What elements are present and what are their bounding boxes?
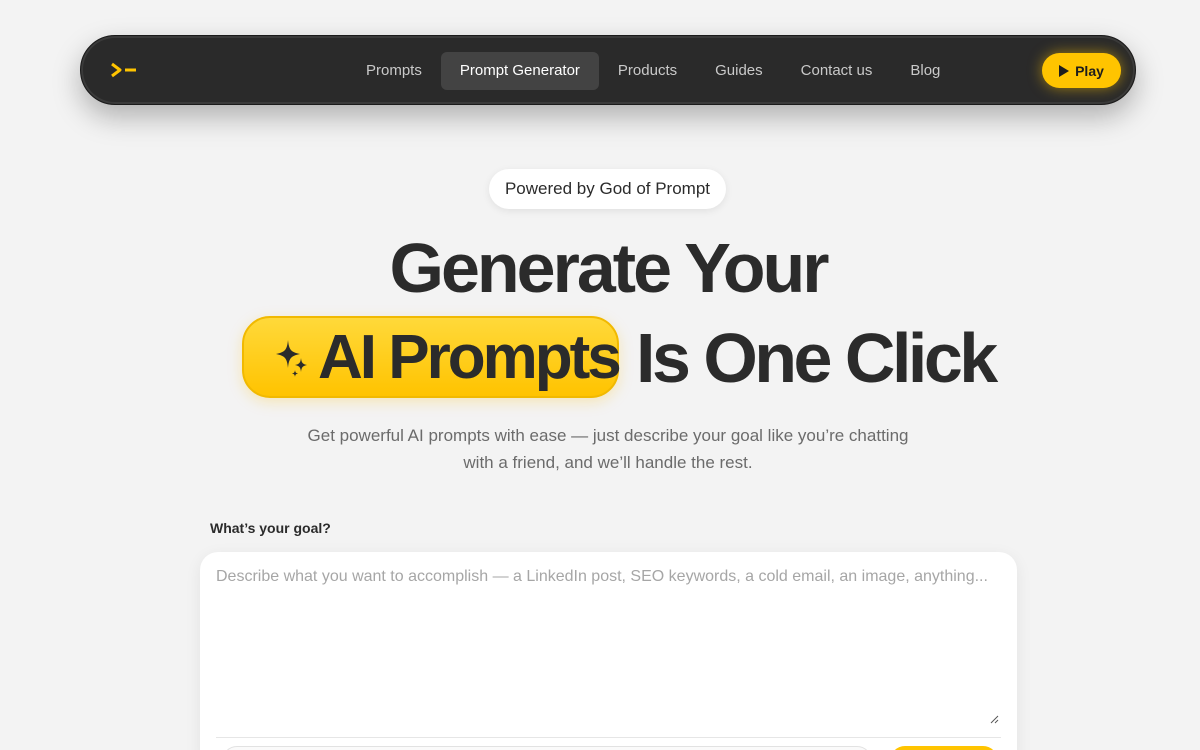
nav-link-contact-us[interactable]: Contact us	[782, 52, 892, 90]
pill-text: AI Prompts	[318, 323, 622, 392]
play-button[interactable]: Play	[1042, 53, 1121, 88]
goal-label: What’s your goal?	[210, 520, 331, 536]
goal-card	[200, 552, 1017, 750]
generate-button[interactable]	[890, 746, 998, 750]
play-button-label: Play	[1075, 62, 1104, 79]
hero-subtitle: Get powerful AI prompts with ease — just…	[307, 426, 909, 472]
resize-handle-icon[interactable]	[990, 715, 999, 724]
top-navbar: Prompts Prompt Generator Products Guides…	[80, 35, 1136, 105]
option-select[interactable]	[222, 746, 872, 750]
sparkles-icon	[276, 340, 307, 377]
nav-link-guides[interactable]: Guides	[696, 52, 782, 90]
headline-line-2: Is One Click	[636, 319, 998, 397]
ai-prompts-pill: AI Prompts	[242, 316, 622, 398]
card-divider	[216, 737, 1001, 738]
nav-link-prompts[interactable]: Prompts	[347, 52, 441, 90]
terminal-prompt-icon[interactable]	[109, 59, 139, 81]
powered-by-badge: Powered by God of Prompt	[489, 169, 726, 209]
play-icon	[1059, 64, 1070, 77]
nav-links: Prompts Prompt Generator Products Guides…	[347, 52, 959, 90]
nav-link-blog[interactable]: Blog	[891, 52, 959, 90]
headline-line-1: Generate Your	[389, 229, 830, 307]
nav-link-prompt-generator[interactable]: Prompt Generator	[440, 52, 599, 90]
nav-link-products[interactable]: Products	[599, 52, 696, 90]
goal-input[interactable]	[216, 568, 1001, 726]
